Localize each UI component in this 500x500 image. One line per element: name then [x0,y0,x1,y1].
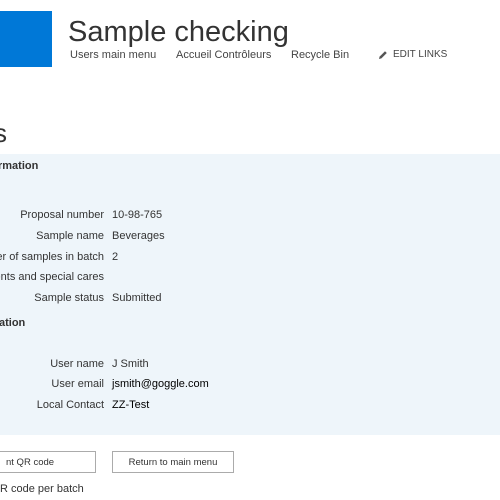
number-of-samples-label: ber of samples in batch [0,251,104,263]
nav-link-recycle-bin[interactable]: Recycle Bin [291,49,349,61]
sample-status-value: Submitted [112,292,162,304]
proposal-number-label: Proposal number [20,209,104,221]
user-name-label: User name [50,358,104,370]
sample-name-value: Beverages [112,230,165,242]
user-email-value: jsmith@goggle.com [112,378,209,390]
comments-special-cares-label: ments and special cares [0,271,104,283]
user-name-value: J Smith [112,358,149,370]
sample-information-heading: rmation [0,160,39,172]
site-logo[interactable] [0,11,52,67]
local-contact-value: ZZ-Test [112,399,150,411]
page-title: s [0,118,7,148]
sample-name-label: Sample name [36,230,104,242]
return-to-main-menu-button[interactable]: Return to main menu [112,451,234,473]
user-email-label: User email [51,378,104,390]
print-qr-code-button[interactable]: nt QR code [0,451,96,473]
site-title: Sample checking [68,16,289,48]
user-information-heading: ation [0,317,26,329]
nav-link-accueil-controleurs[interactable]: Accueil Contrôleurs [176,49,271,61]
proposal-number-value: 10-98-765 [112,209,163,221]
sample-status-label: Sample status [34,292,104,304]
pencil-icon [378,50,388,60]
edit-links-button[interactable]: EDIT LINKS [378,49,447,60]
nav-link-users-main-menu[interactable]: Users main menu [70,49,156,61]
edit-links-label: EDIT LINKS [393,49,448,60]
qr-code-per-batch-label: R code per batch [0,483,84,495]
number-of-samples-value: 2 [112,251,119,263]
local-contact-label: Local Contact [36,399,104,411]
